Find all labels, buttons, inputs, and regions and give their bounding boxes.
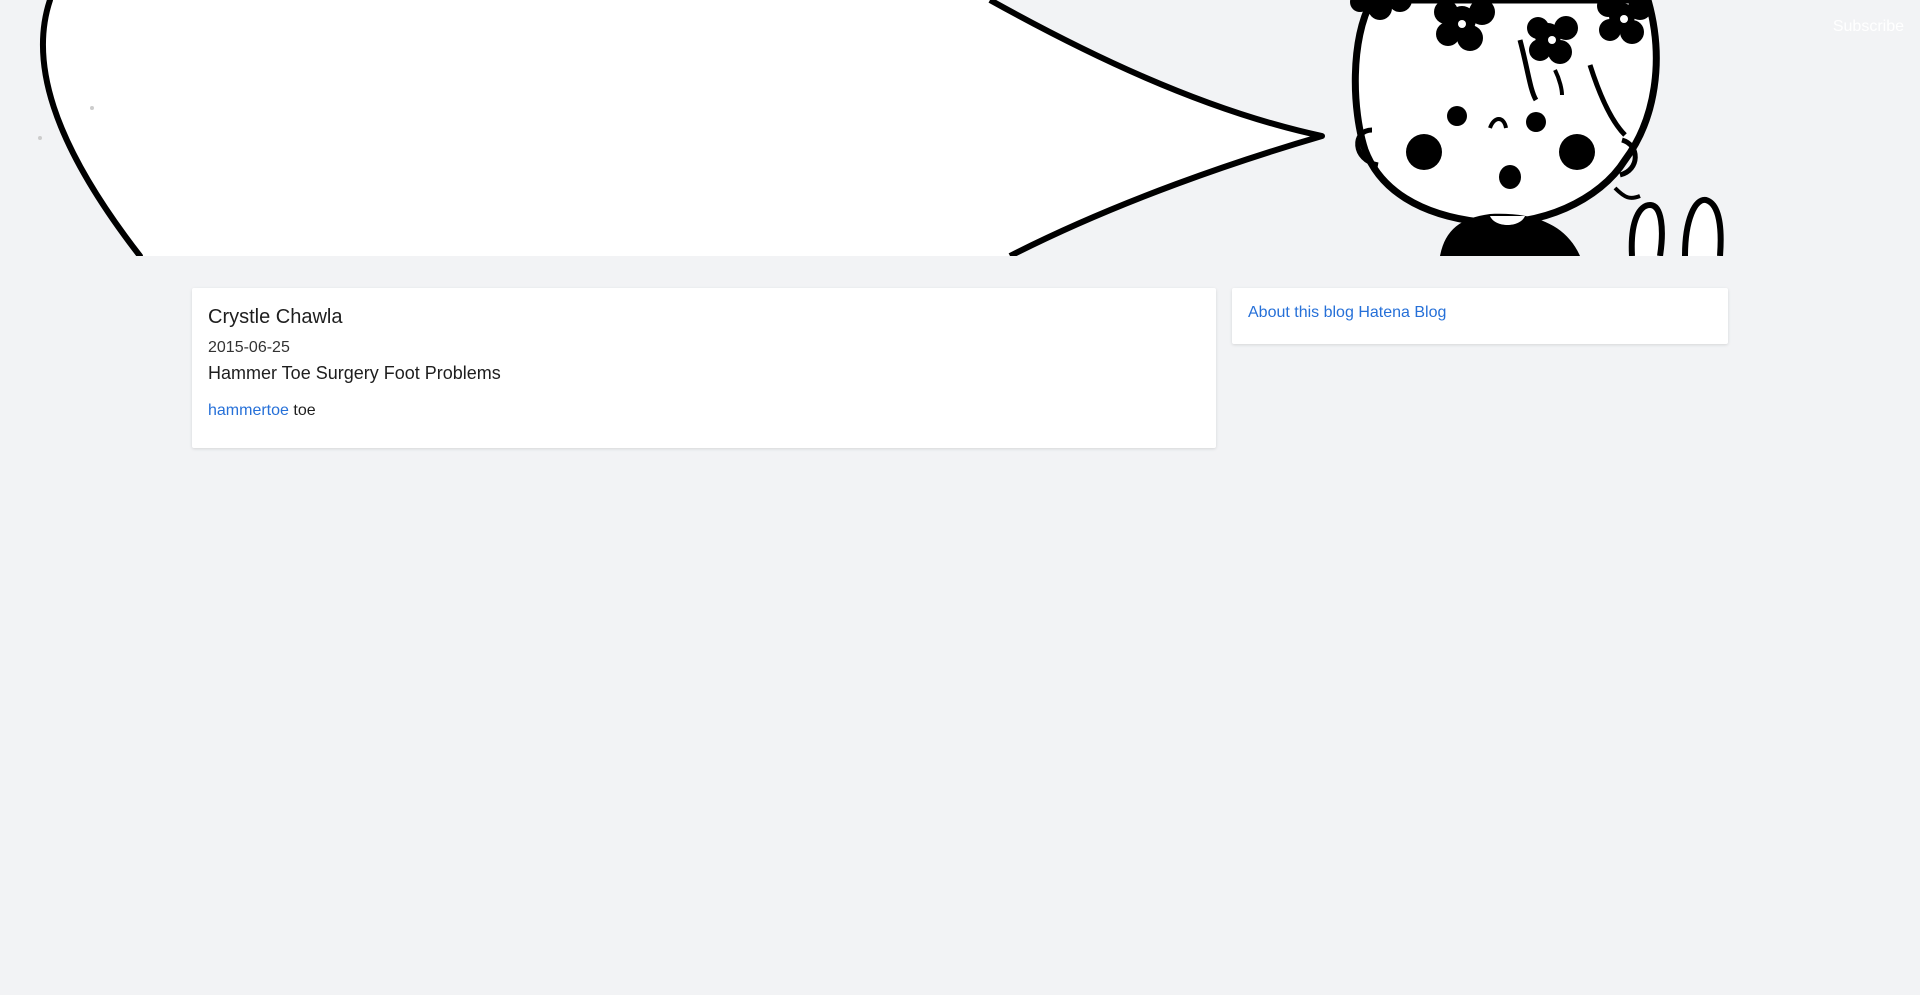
speech-bubble-character-illustration	[38, 0, 1724, 256]
author-name: Crystle Chawla	[208, 306, 343, 328]
header-illustration: Subscribe	[0, 0, 1920, 256]
hatena-blog-link[interactable]: Hatena Blog	[1358, 304, 1446, 321]
entry-tags: hammertoe toe	[208, 402, 1200, 420]
subscribe-link[interactable]: Subscribe	[1833, 18, 1904, 36]
page: Subscribe Crystle Chawla 2015-06-25 Hamm…	[0, 0, 1920, 995]
tag-text: toe	[293, 402, 316, 419]
entry-title: Hammer Toe Surgery Foot Problems	[208, 363, 501, 383]
entry-card: Crystle Chawla 2015-06-25 Hammer Toe Sur…	[192, 288, 1216, 448]
tag-link-hammertoe[interactable]: hammertoe	[208, 402, 289, 419]
sidebar-card: About this blog Hatena Blog	[1232, 288, 1728, 344]
about-blog-link[interactable]: About this blog	[1248, 304, 1354, 321]
entry-date: 2015-06-25	[208, 339, 290, 356]
